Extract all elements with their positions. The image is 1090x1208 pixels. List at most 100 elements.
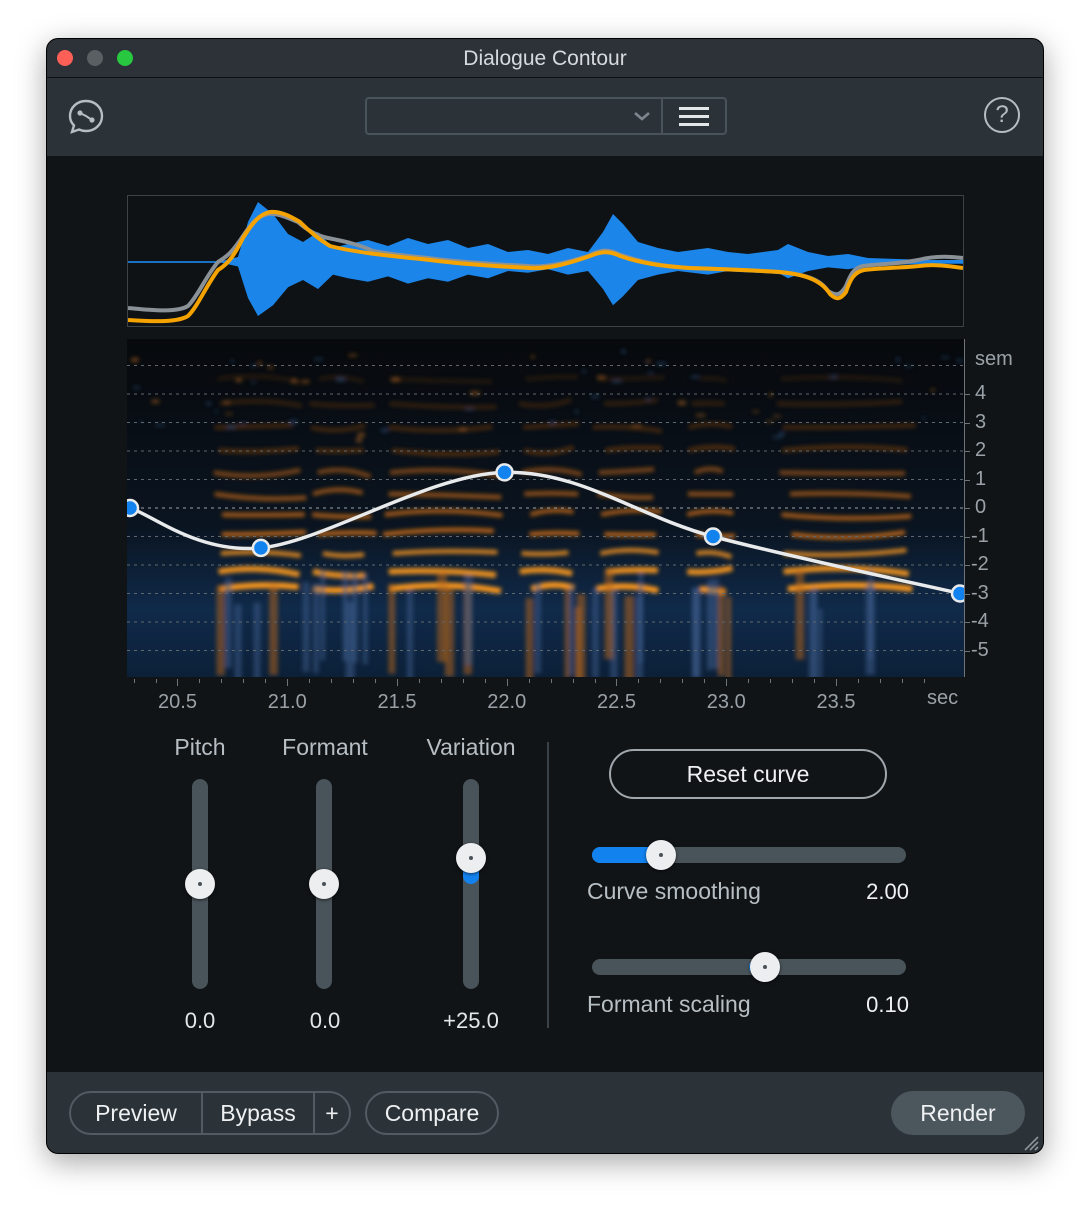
preview-button[interactable]: Preview [69,1091,203,1135]
spectral-speckle [230,359,234,363]
noise-streak [464,575,473,666]
spectral-speckle [956,359,963,363]
formant-value[interactable]: 0.0 [310,1008,341,1034]
harmonic-band [214,423,293,430]
noise-streak [717,586,725,677]
noise-streak [569,585,574,676]
formant-scaling-value[interactable]: 0.10 [809,992,909,1018]
noise-streak [407,590,413,677]
curve-node[interactable] [127,498,140,518]
x-tick-mark [177,679,179,686]
x-tick-label: 23.5 [816,691,856,713]
harmonic-band [222,512,305,518]
add-bypass-button[interactable]: + [313,1091,351,1135]
x-tick-mark [528,679,530,683]
x-tick-mark [857,679,859,683]
spectral-speckle [223,401,231,404]
spectral-speckle [291,378,298,384]
y-tick-label: -3 [971,581,989,604]
help-icon[interactable]: ? [984,97,1020,133]
noise-streak [812,587,818,677]
spectral-speckle [214,410,219,413]
curve-smoothing-value[interactable]: 2.00 [809,879,909,905]
formant-scaling-handle[interactable] [749,952,780,982]
compare-button[interactable]: Compare [365,1091,499,1135]
spectral-speckle [391,377,400,382]
curve-node[interactable] [703,527,723,546]
spectral-speckle [829,375,838,379]
x-tick-mark [484,679,486,683]
waveform-overview[interactable] [127,195,964,327]
variation-slider-track[interactable] [463,779,479,989]
resize-grip-icon[interactable] [1021,1133,1039,1151]
pitch-value[interactable]: 0.0 [185,1008,216,1034]
spectrogram-svg [127,339,964,677]
spectral-speckle [133,386,140,389]
spectral-speckle [896,357,900,362]
x-tick-mark [287,679,289,686]
bypass-button[interactable]: Bypass [201,1091,315,1135]
y-tick-label: 0 [975,496,987,518]
main-panel: sem 4 3 2 1 0 -1 -2 -3 -4 -5 sec 20.5 21.0 21.5 22.0… [47,156,1043,1072]
formant-label: Formant [282,734,368,760]
x-tick-mark [418,679,420,683]
spectral-speckle [251,381,256,384]
spectral-speckle [612,379,622,383]
curve-node[interactable] [495,463,514,482]
spectral-speckle [645,361,648,364]
spectral-speckle [575,409,579,414]
spectral-speckle [621,349,626,354]
formant-slider-handle[interactable] [309,869,339,899]
variation-slider-handle[interactable] [456,842,486,873]
x-tick-mark [155,679,157,683]
x-tick-mark [375,679,377,683]
x-tick-mark [638,679,640,683]
spectral-speckle [225,412,233,415]
x-tick-mark [594,679,596,683]
x-tick-mark [221,679,223,683]
spectral-speckle [922,417,926,420]
x-tick-mark [309,679,311,683]
curve-node[interactable] [251,538,271,558]
spectral-speckle [631,424,642,428]
reset-curve-button[interactable]: Reset curve [609,749,887,799]
x-tick-mark [748,679,750,683]
spectrogram-editor[interactable] [127,339,964,677]
spectral-speckle [356,437,362,443]
spectral-speckle [131,357,139,363]
harmonic-band [390,376,493,384]
spectral-speckle [930,388,935,392]
harmonic-band [524,490,579,497]
y-tick-label: 3 [975,410,987,433]
noise-streak [269,585,278,676]
presets-menu-button[interactable] [661,97,727,135]
preset-dropdown[interactable] [365,97,661,135]
harmonic-band [317,530,377,537]
spectral-speckle [257,361,262,366]
x-tick-mark [396,679,398,686]
y-tick-label: -1 [971,524,989,547]
spectral-speckle [381,428,389,433]
harmonic-band [605,445,662,453]
harmonic-band [309,401,375,409]
spectral-speckle [647,371,654,374]
harmonic-band [779,470,906,476]
x-tick-mark [660,679,662,683]
y-axis-unit: sem [975,348,1013,370]
x-tick-mark [331,679,333,683]
render-button[interactable]: Render [891,1091,1025,1135]
noise-streak [525,597,534,677]
noise-streak [234,604,242,677]
noise-streak [576,593,586,677]
harmonic-band [524,374,578,382]
harmonic-band [521,550,569,557]
pitch-slider-handle[interactable] [185,869,215,899]
curve-smoothing-handle[interactable] [646,840,677,870]
variation-value[interactable]: +25.0 [443,1008,499,1034]
x-tick-label: 21.5 [377,691,417,713]
spectral-speckle [773,415,781,418]
curve-node[interactable] [950,584,964,603]
plugin-window: Dialogue Contour ? sem 4 3 2 1 0 -1 -2 -… [46,38,1044,1154]
spectral-speckle [752,410,760,413]
window-title: Dialogue Contour [463,47,627,70]
